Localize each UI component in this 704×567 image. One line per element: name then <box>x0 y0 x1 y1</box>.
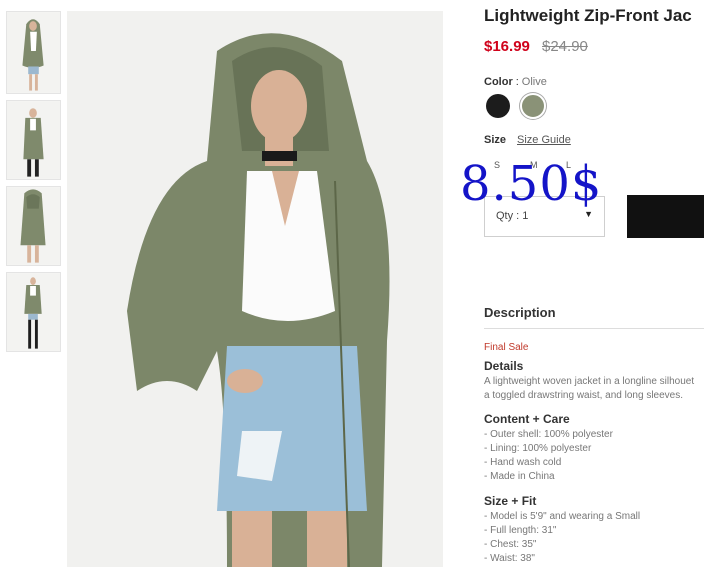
model-jacket-illustration <box>67 11 443 567</box>
thumbnail-front[interactable] <box>6 11 61 94</box>
color-swatch-olive[interactable] <box>520 93 546 119</box>
original-price: $24.90 <box>542 38 588 55</box>
thumbnail-front-image <box>7 12 60 93</box>
size-fit-heading: Size + Fit <box>484 494 537 508</box>
color-label: Color: Olive <box>484 76 547 88</box>
thumbnail-full-image <box>7 273 60 351</box>
color-value: Olive <box>521 76 547 88</box>
product-title: Lightweight Zip-Front Jac <box>484 6 692 25</box>
size-guide-link[interactable]: Size Guide <box>517 134 571 146</box>
list-item: - Waist: 38" <box>484 553 535 564</box>
content-care-list: - Outer shell: 100% polyester - Lining: … <box>484 428 613 484</box>
description-heading[interactable]: Description <box>484 305 556 320</box>
list-item: - Full length: 31" <box>484 525 557 536</box>
overlay-price-text: 8.50$ <box>460 156 603 212</box>
thumbnail-full[interactable] <box>6 272 61 352</box>
size-fit-list: - Model is 5'9" and wearing a Small - Fu… <box>484 510 640 566</box>
list-item: - Made in China <box>484 471 555 482</box>
list-item: - Model is 5'9" and wearing a Small <box>484 511 641 522</box>
thumbnail-side-image <box>7 101 60 179</box>
thumbnail-back[interactable] <box>6 186 61 266</box>
thumbnail-side[interactable] <box>6 100 61 180</box>
description-divider <box>484 328 704 329</box>
final-sale-label: Final Sale <box>484 342 529 353</box>
thumbnail-back-image <box>7 187 60 265</box>
list-item: - Chest: 35" <box>484 539 537 550</box>
size-label: Size <box>484 134 507 146</box>
add-to-bag-button[interactable] <box>627 195 704 238</box>
main-product-image[interactable] <box>67 11 443 567</box>
list-item: - Outer shell: 100% polyester <box>484 429 613 440</box>
sale-price: $16.99 <box>484 38 530 55</box>
color-swatch-black[interactable] <box>486 94 510 118</box>
details-text-line-1: A lightweight woven jacket in a longline… <box>484 376 695 387</box>
details-text-line-2: a toggled drawstring waist, and long sle… <box>484 390 684 401</box>
color-separator: : <box>515 76 519 88</box>
content-care-heading: Content + Care <box>484 412 570 426</box>
list-item: - Hand wash cold <box>484 457 562 468</box>
list-item: - Lining: 100% polyester <box>484 443 592 454</box>
details-heading: Details <box>484 359 524 373</box>
color-label-text: Color <box>484 76 513 88</box>
